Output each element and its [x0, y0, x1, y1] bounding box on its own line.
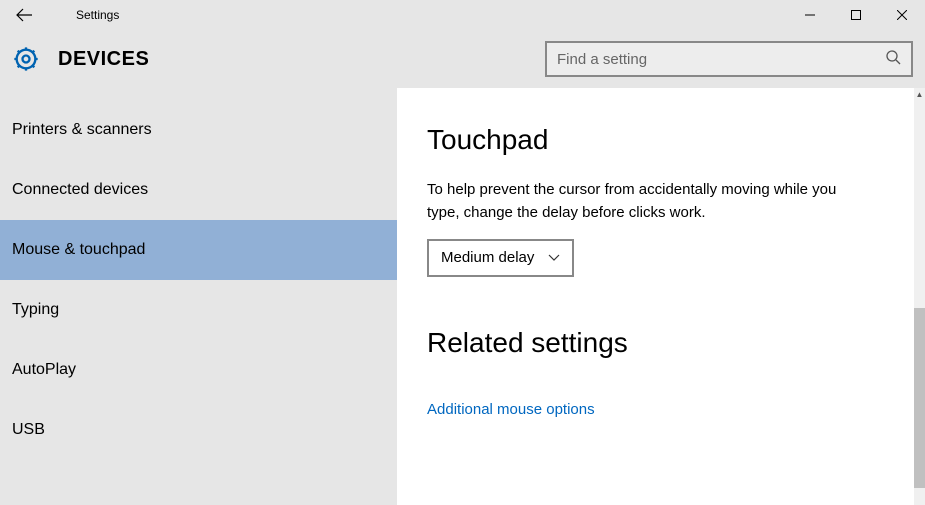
search-icon: [885, 49, 901, 70]
chevron-down-icon: [548, 251, 560, 265]
sidebar-item-label: USB: [12, 421, 45, 439]
sidebar-item-typing[interactable]: Typing: [0, 280, 397, 340]
sidebar-item-connected-devices[interactable]: Connected devices: [0, 160, 397, 220]
page-title: DEVICES: [58, 48, 527, 71]
scroll-up-arrow-icon[interactable]: ▲: [914, 88, 925, 100]
back-button[interactable]: [0, 0, 48, 30]
sidebar-item-mouse-touchpad[interactable]: Mouse & touchpad: [0, 220, 397, 280]
sidebar: Printers & scanners Connected devices Mo…: [0, 88, 397, 505]
window-title: Settings: [48, 8, 787, 22]
additional-mouse-options-link[interactable]: Additional mouse options: [427, 401, 595, 418]
gear-icon: [12, 45, 40, 73]
close-button[interactable]: [879, 0, 925, 30]
search-box[interactable]: [545, 41, 913, 77]
minimize-button[interactable]: [787, 0, 833, 30]
content-pane: Touchpad To help prevent the cursor from…: [397, 88, 925, 505]
sidebar-item-autoplay[interactable]: AutoPlay: [0, 340, 397, 400]
sidebar-item-label: Printers & scanners: [12, 121, 152, 139]
touchpad-delay-dropdown[interactable]: Medium delay: [427, 239, 574, 277]
section-heading-touchpad: Touchpad: [427, 124, 895, 156]
dropdown-value: Medium delay: [441, 249, 534, 266]
sidebar-item-label: Connected devices: [12, 181, 148, 199]
scrollbar-track[interactable]: ▲: [914, 88, 925, 505]
sidebar-item-label: Mouse & touchpad: [12, 241, 145, 259]
sidebar-item-printers[interactable]: Printers & scanners: [0, 100, 397, 160]
sidebar-item-usb[interactable]: USB: [0, 400, 397, 460]
sidebar-item-label: AutoPlay: [12, 361, 76, 379]
maximize-button[interactable]: [833, 0, 879, 30]
scrollbar-thumb[interactable]: [914, 308, 925, 488]
sidebar-item-label: Typing: [12, 301, 59, 319]
section-heading-related: Related settings: [427, 327, 895, 359]
search-input[interactable]: [557, 51, 885, 68]
touchpad-description: To help prevent the cursor from accident…: [427, 178, 867, 225]
